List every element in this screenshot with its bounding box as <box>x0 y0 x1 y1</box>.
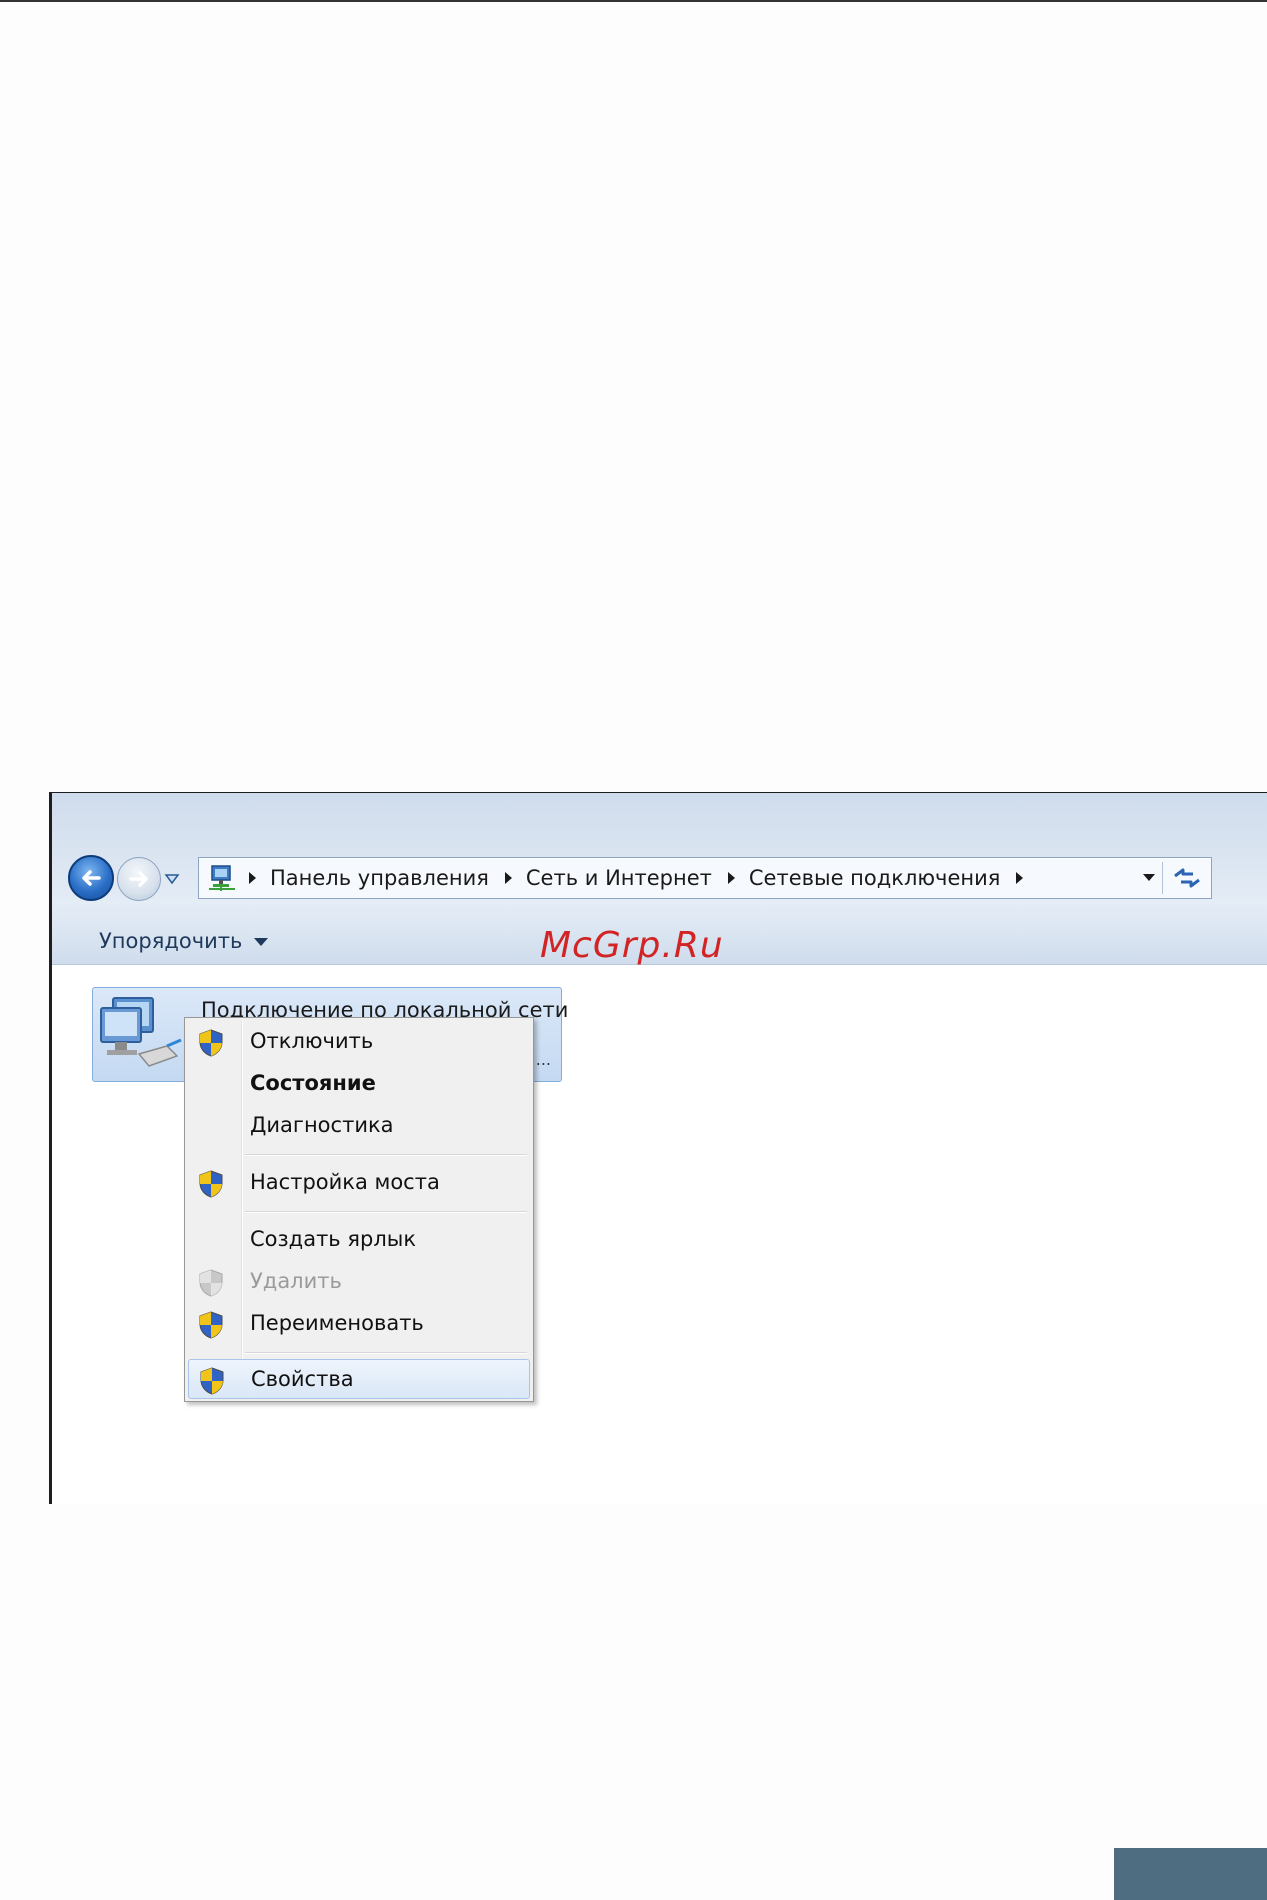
uac-shield-icon <box>200 1367 224 1395</box>
uac-shield-icon <box>199 1029 223 1057</box>
menu-item-delete[interactable]: Удалить <box>188 1262 530 1300</box>
menu-item-label: Состояние <box>250 1071 376 1095</box>
breadcrumb-network-connections[interactable]: Сетевые подключения <box>749 866 1001 890</box>
history-dropdown-icon[interactable] <box>164 873 180 885</box>
uac-shield-icon <box>199 1269 223 1297</box>
menu-item-label: Переименовать <box>250 1311 424 1335</box>
menu-separator <box>245 1352 527 1354</box>
breadcrumb-separator-icon[interactable] <box>249 872 256 884</box>
connection-truncated-marker: ... <box>535 1050 551 1069</box>
organize-label: Упорядочить <box>99 929 243 953</box>
menu-item-label: Отключить <box>250 1029 374 1053</box>
menu-separator <box>245 1154 527 1156</box>
breadcrumb: Панель управления Сеть и Интернет Сетевы… <box>243 858 1037 898</box>
uac-shield-icon <box>199 1170 223 1198</box>
back-button[interactable] <box>68 855 114 901</box>
watermark-text: McGrp.Ru <box>540 925 724 966</box>
window-header: Панель управления Сеть и Интернет Сетевы… <box>52 793 1267 966</box>
menu-item-status[interactable]: Состояние <box>188 1064 530 1102</box>
menu-item-bridge[interactable]: Настройка моста <box>188 1163 530 1201</box>
forward-arrow-icon <box>129 871 148 887</box>
address-bar[interactable]: Панель управления Сеть и Интернет Сетевы… <box>198 857 1212 899</box>
address-dropdown-icon[interactable] <box>1143 874 1155 881</box>
menu-item-disable[interactable]: Отключить <box>188 1022 530 1060</box>
refresh-icon[interactable] <box>1169 862 1205 894</box>
organize-menu-button[interactable]: Упорядочить <box>99 929 269 953</box>
breadcrumb-control-panel[interactable]: Панель управления <box>270 866 489 890</box>
breadcrumb-separator-icon[interactable] <box>1016 872 1024 884</box>
breadcrumb-separator-icon[interactable] <box>504 872 512 884</box>
chevron-down-icon <box>254 938 269 946</box>
uac-shield-icon <box>199 1311 223 1339</box>
menu-item-rename[interactable]: Переименовать <box>188 1304 530 1342</box>
menu-item-label: Свойства <box>251 1367 354 1391</box>
context-menu: Отключить Состояние Диагностика Настройк… <box>184 1017 534 1402</box>
network-adapter-icon <box>100 997 182 1067</box>
menu-item-diagnose[interactable]: Диагностика <box>188 1106 530 1144</box>
menu-item-properties[interactable]: Свойства <box>188 1359 530 1399</box>
menu-item-label: Настройка моста <box>250 1170 440 1194</box>
explorer-window: Панель управления Сеть и Интернет Сетевы… <box>49 792 1267 1504</box>
breadcrumb-separator-icon[interactable] <box>727 872 735 884</box>
menu-item-label: Диагностика <box>250 1113 394 1137</box>
menu-item-label: Удалить <box>250 1269 342 1293</box>
back-arrow-icon <box>82 870 101 886</box>
page-footer-tab <box>1114 1848 1267 1900</box>
menu-item-create-shortcut[interactable]: Создать ярлык <box>188 1220 530 1258</box>
menu-separator <box>245 1211 527 1213</box>
breadcrumb-network-internet[interactable]: Сеть и Интернет <box>526 866 712 890</box>
menu-item-label: Создать ярлык <box>250 1227 417 1251</box>
address-divider <box>1162 862 1163 894</box>
forward-button[interactable] <box>117 857 161 901</box>
page-top-rule <box>0 0 1267 2</box>
network-connections-icon <box>209 865 235 891</box>
